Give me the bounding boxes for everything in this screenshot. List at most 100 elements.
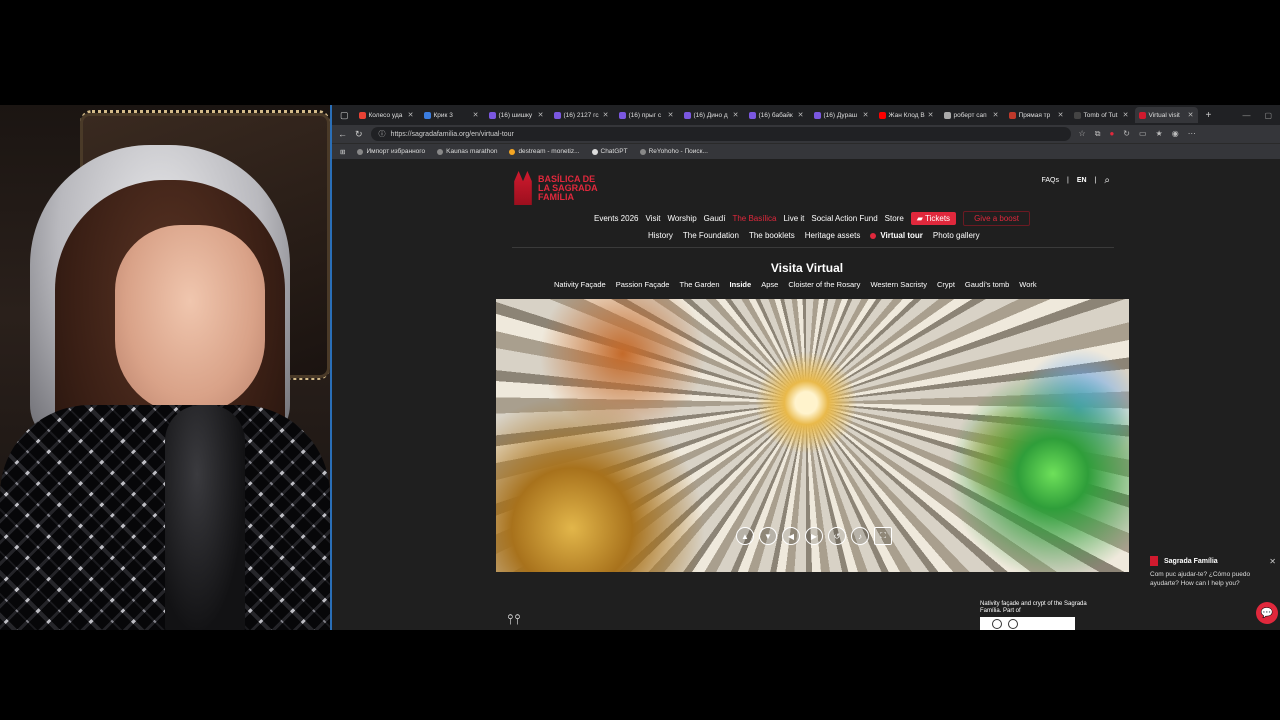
nav-worship[interactable]: Worship	[667, 214, 696, 223]
subnav-virtual-tour[interactable]: Virtual tour	[870, 231, 923, 240]
bookmark-item[interactable]: Kaunas marathon	[437, 148, 497, 155]
tour-work[interactable]: Work	[1019, 280, 1036, 289]
url-field[interactable]: ⓘ https://sagradafamilia.org/en/virtual-…	[370, 127, 1071, 141]
browser-tab[interactable]: (16) Дураш ✕	[810, 107, 873, 123]
favorite-icon[interactable]: ☆	[1079, 129, 1086, 139]
extensions-icon[interactable]: ⧉	[1095, 129, 1101, 139]
browser-tab[interactable]: (16) бабайк ✕	[745, 107, 808, 123]
browser-tab[interactable]: роберт сап ✕	[940, 107, 1003, 123]
browser-tab[interactable]: (16) 2127 гс ✕	[550, 107, 613, 123]
close-icon[interactable]: ✕	[538, 111, 544, 119]
minimize-icon[interactable]: —	[1242, 111, 1250, 120]
close-icon[interactable]: ✕	[473, 111, 479, 119]
subnav-history[interactable]: History	[648, 231, 673, 240]
ticket-icon: ▰	[916, 214, 926, 223]
url-text: https://sagradafamilia.org/en/virtual-to…	[390, 130, 514, 138]
close-icon[interactable]: ✕	[863, 111, 869, 119]
close-icon[interactable]: ✕	[733, 111, 739, 119]
pan-up-icon[interactable]: ▲	[736, 527, 754, 545]
close-icon[interactable]: ✕	[1269, 557, 1276, 566]
chat-message: Com puc ajudar-te? ¿Cómo puedo ayudarte?…	[1150, 571, 1251, 587]
subnav-booklets[interactable]: The booklets	[749, 231, 795, 240]
browser-tab[interactable]: Крик 3 ✕	[420, 107, 483, 123]
nav-live-it[interactable]: Live it	[783, 214, 804, 223]
tab-actions-icon[interactable]: ▢	[336, 110, 353, 121]
close-icon[interactable]: ✕	[668, 111, 674, 119]
search-icon[interactable]: ⌕	[1104, 175, 1110, 186]
close-icon[interactable]: ✕	[1123, 111, 1129, 119]
subnav-heritage-assets[interactable]: Heritage assets	[805, 231, 861, 240]
close-icon[interactable]: ✕	[928, 111, 934, 119]
mic-icon[interactable]: ●	[1109, 129, 1114, 139]
site-info-icon[interactable]: ⓘ	[379, 129, 386, 139]
bookmarks-toggle-icon[interactable]: ⊞	[340, 148, 345, 156]
close-icon[interactable]: ✕	[798, 111, 804, 119]
pan-right-icon[interactable]: ▶	[805, 527, 823, 545]
browser-tab[interactable]: (16) шишку ✕	[485, 107, 548, 123]
close-icon[interactable]: ✕	[603, 111, 609, 119]
back-icon[interactable]: ←	[338, 129, 347, 139]
subnav-photo-gallery[interactable]: Photo gallery	[933, 231, 980, 240]
page-title: Visita Virtual	[770, 261, 844, 275]
browser-tab[interactable]: Прямая тр ✕	[1005, 107, 1068, 123]
chat-bubble-icon[interactable]: 💬	[1256, 602, 1278, 624]
browser-tab[interactable]: Жан Клод В ✕	[875, 107, 938, 123]
favicon-icon	[748, 111, 756, 119]
bookmark-item[interactable]: destream - monetiz...	[509, 148, 580, 155]
tour-passion-facade[interactable]: Passion Façade	[616, 280, 670, 289]
sound-icon[interactable]: ♪	[851, 527, 869, 545]
tour-cloister-rosary[interactable]: Cloister of the Rosary	[788, 280, 860, 289]
pan-down-icon[interactable]: ▼	[759, 527, 777, 545]
favicon-icon	[683, 111, 691, 119]
panorama-viewer[interactable]: ▲ ▼ ◀ ▶ ↺ ♪ ⛶	[496, 299, 1129, 572]
pan-left-icon[interactable]: ◀	[782, 527, 800, 545]
tour-crypt[interactable]: Crypt	[937, 280, 955, 289]
tab-label: Колесо уда	[368, 111, 403, 119]
tour-apse[interactable]: Apse	[761, 280, 778, 289]
microphone	[165, 405, 245, 630]
split-icon[interactable]: ▭	[1139, 129, 1147, 139]
tour-western-sacristy[interactable]: Western Sacristy	[870, 280, 927, 289]
site-logo[interactable]: BASÍLICA DE LA SAGRADA FAMÍLIA	[512, 171, 598, 205]
close-icon[interactable]: ✕	[993, 111, 999, 119]
bookmark-item[interactable]: ChatGPT	[591, 148, 628, 155]
sync-icon[interactable]: ↻	[1123, 129, 1130, 139]
browser-tab[interactable]: Tomb of Tut ✕	[1070, 107, 1133, 123]
bookmark-item[interactable]: Импорт избранного	[357, 148, 425, 155]
nav-visit[interactable]: Visit	[645, 214, 660, 223]
nav-gaudi[interactable]: Gaudí	[704, 214, 726, 223]
tickets-button[interactable]: ▰ Tickets	[910, 212, 957, 225]
browser-window: ▢ Колесо уда ✕ Крик 3 ✕ (16) шишку ✕ (16) 2…	[330, 105, 1280, 630]
maximize-icon[interactable]: ▢	[1264, 111, 1272, 120]
profile-icon[interactable]: ◉	[1172, 129, 1179, 139]
tab-label: (16) бабайк	[758, 111, 793, 119]
language-selector[interactable]: EN	[1077, 177, 1087, 184]
nav-store[interactable]: Store	[885, 214, 904, 223]
favorites-icon[interactable]: ★	[1156, 129, 1163, 139]
nav-social-action-fund[interactable]: Social Action Fund	[811, 214, 877, 223]
nav-events[interactable]: Events 2026	[594, 214, 638, 223]
bookmark-item[interactable]: ReYohoho - Поиск...	[639, 148, 708, 155]
subnav-foundation[interactable]: The Foundation	[683, 231, 739, 240]
browser-tab[interactable]: (16) Дино д ✕	[680, 107, 743, 123]
browser-tab[interactable]: (16) прыг с ✕	[615, 107, 678, 123]
favicon-icon	[878, 111, 886, 119]
browser-tab[interactable]: Колесо уда ✕	[355, 107, 418, 123]
new-tab-icon[interactable]: +	[1200, 110, 1218, 121]
fullscreen-icon[interactable]: ⛶	[874, 527, 892, 545]
close-icon[interactable]: ✕	[1188, 111, 1194, 119]
tour-nativity-facade[interactable]: Nativity Façade	[554, 280, 606, 289]
tour-the-garden[interactable]: The Garden	[679, 280, 719, 289]
tour-gaudis-tomb[interactable]: Gaudí's tomb	[965, 280, 1009, 289]
reload-icon[interactable]: ↻	[355, 129, 363, 140]
browser-tab-active[interactable]: Virtual visit ✕	[1134, 107, 1198, 123]
bookmark-icon	[509, 148, 516, 155]
nav-the-basilica[interactable]: The Basílica	[732, 214, 776, 223]
close-icon[interactable]: ✕	[1058, 111, 1064, 119]
give-boost-button[interactable]: Give a boost	[963, 211, 1030, 226]
tour-inside[interactable]: Inside	[730, 280, 752, 289]
faqs-link[interactable]: FAQs	[1041, 177, 1059, 184]
rotate-icon[interactable]: ↺	[828, 527, 846, 545]
close-icon[interactable]: ✕	[408, 111, 414, 119]
menu-icon[interactable]: ⋯	[1188, 129, 1196, 139]
